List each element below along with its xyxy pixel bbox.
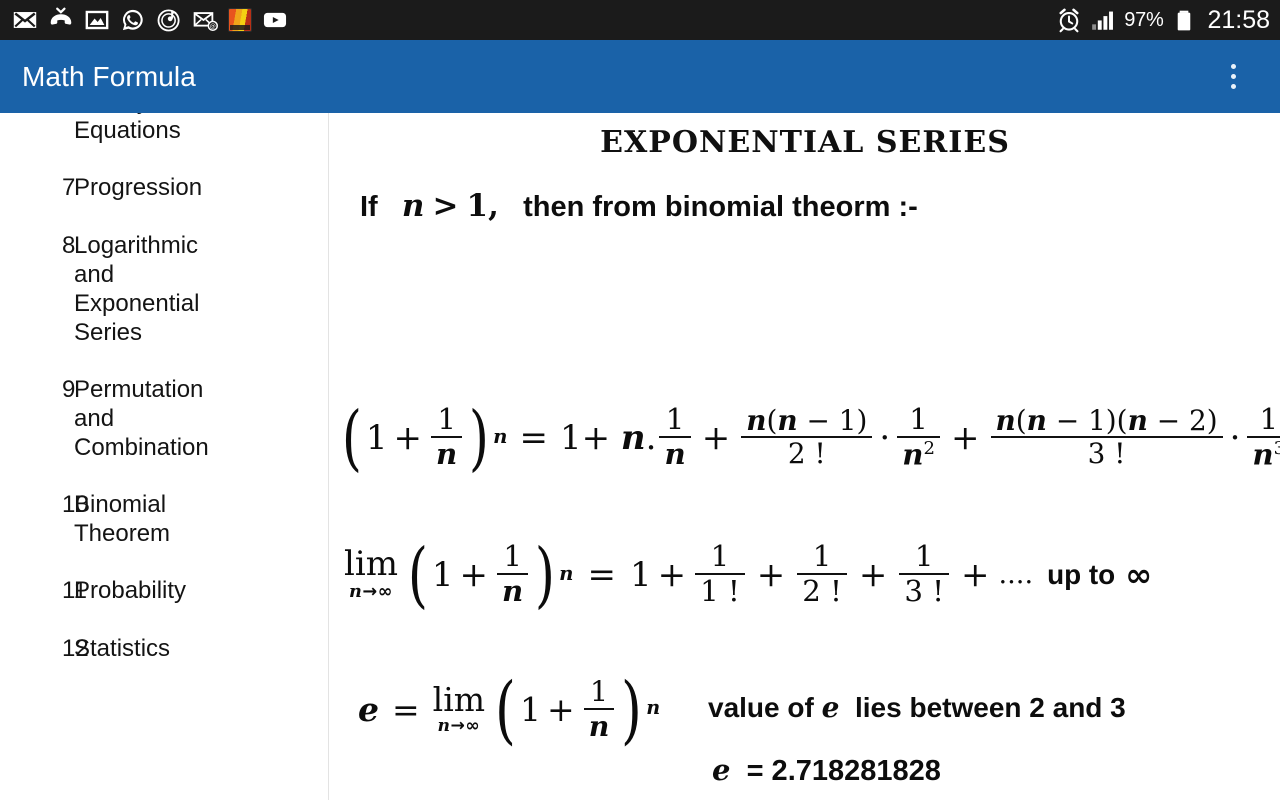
chapter-label: Binomial Theorem: [74, 491, 171, 547]
youtube-icon: [262, 7, 288, 33]
status-clock: 21:58: [1207, 5, 1270, 34]
svg-text:@: @: [210, 22, 216, 30]
intro-variable-n: n: [401, 188, 425, 224]
alarm-clock-icon: [1056, 7, 1082, 33]
formula-page[interactable]: EXPONENTIAL SERIES If n > 1, then from b…: [330, 113, 1280, 800]
chapter-number: 8: [62, 232, 76, 259]
gallery-icon: [84, 7, 110, 33]
chapter-sidebar[interactable]: 6 Theory of Equations 7 Progression 8 Lo…: [0, 113, 329, 800]
colorful-app-icon: [228, 8, 252, 32]
status-bar: @ 97% 21:58: [0, 0, 1280, 40]
page-title: Math Formula: [22, 60, 196, 92]
intro-if: If: [360, 191, 378, 223]
app-bar: Math Formula: [0, 40, 1280, 113]
sidebar-item-theory-of-equations[interactable]: 6 Theory of Equations: [0, 113, 328, 159]
chapter-number: 12: [62, 635, 89, 662]
email-at-icon: @: [192, 7, 218, 33]
chapter-number: 7: [62, 174, 76, 201]
intro-one: 1,: [466, 188, 499, 224]
whatsapp-icon: [120, 7, 146, 33]
equation-limit-e-series: lim n→∞ ( 1+ 1n )n = 1+ 11 ! + 12 ! +: [344, 533, 1153, 616]
email-icon: [12, 7, 38, 33]
chapter-label: Theory of Equations: [74, 113, 181, 144]
equation-definition-of-e: e = lim n→∞ ( 1 + 1n ) n: [358, 666, 661, 753]
notification-icons: @: [12, 7, 288, 33]
equation-binomial-expansion: ( 1+ 1n )n = 1+ n. 1n + n(n − 1) 2 ! ·: [338, 396, 1280, 479]
chapter-label: Logarithmic and Exponential Series: [74, 232, 200, 346]
app-screen: @ 97% 21:58 Math Formula Equations 7 Pro…: [0, 0, 1280, 800]
sidebar-item-progression[interactable]: 7 Progression: [0, 159, 328, 217]
status-indicators: 97% 21:58: [1056, 6, 1270, 35]
intro-greater-than: >: [432, 188, 459, 224]
menu-dot: [1230, 74, 1236, 79]
chapter-label: Progression: [74, 174, 203, 201]
chapter-number: 10: [62, 491, 89, 518]
chapter-number: 6: [0, 113, 75, 117]
sidebar-item-statistics[interactable]: 12 Statistics: [0, 620, 328, 678]
limit-operator: lim n→∞: [344, 544, 398, 603]
limit-operator: lim n→∞: [432, 680, 486, 737]
chapter-list: 6 Theory of Equations 7 Progression 8 Lo…: [0, 113, 328, 678]
menu-dot: [1230, 84, 1236, 89]
chapter-label: Permutation and Combination: [74, 376, 209, 461]
missed-call-icon: [48, 7, 74, 33]
battery-full-icon: [1171, 7, 1197, 33]
formula-page-title: EXPONENTIAL SERIES: [600, 125, 1010, 160]
sidebar-item-permutation-and-combination[interactable]: 9 Permutation and Combination: [0, 361, 328, 476]
battery-percent: 97%: [1124, 8, 1164, 31]
note-e-value: e = 2.718281828: [712, 753, 941, 787]
formula-intro-line: If n > 1, then from binomial theorm :-: [360, 188, 1260, 224]
intro-rest: then from binomial theorm :-: [523, 191, 918, 223]
overflow-menu-icon[interactable]: [1210, 54, 1256, 100]
chapter-number: 9: [62, 376, 76, 403]
note-e-range: value of e lies between 2 and 3: [708, 691, 1126, 724]
chapter-number: 11: [62, 577, 87, 604]
content-area: 6 Theory of Equations 7 Progression 8 Lo…: [0, 113, 1280, 800]
sidebar-item-binomial-theorem[interactable]: 10 Binomial Theorem: [0, 476, 328, 562]
menu-dot: [1230, 64, 1236, 69]
chapter-label: Statistics: [74, 635, 171, 662]
limit-trailing-text: up to: [1047, 558, 1116, 590]
music-note-icon: [156, 7, 182, 33]
sidebar-item-probability[interactable]: 11 Probability: [0, 562, 328, 620]
sidebar-item-logarithmic-and-exponential-series[interactable]: 8 Logarithmic and Exponential Series: [0, 217, 328, 361]
signal-bars-icon: [1090, 7, 1116, 33]
chapter-label: Probability: [74, 577, 187, 604]
